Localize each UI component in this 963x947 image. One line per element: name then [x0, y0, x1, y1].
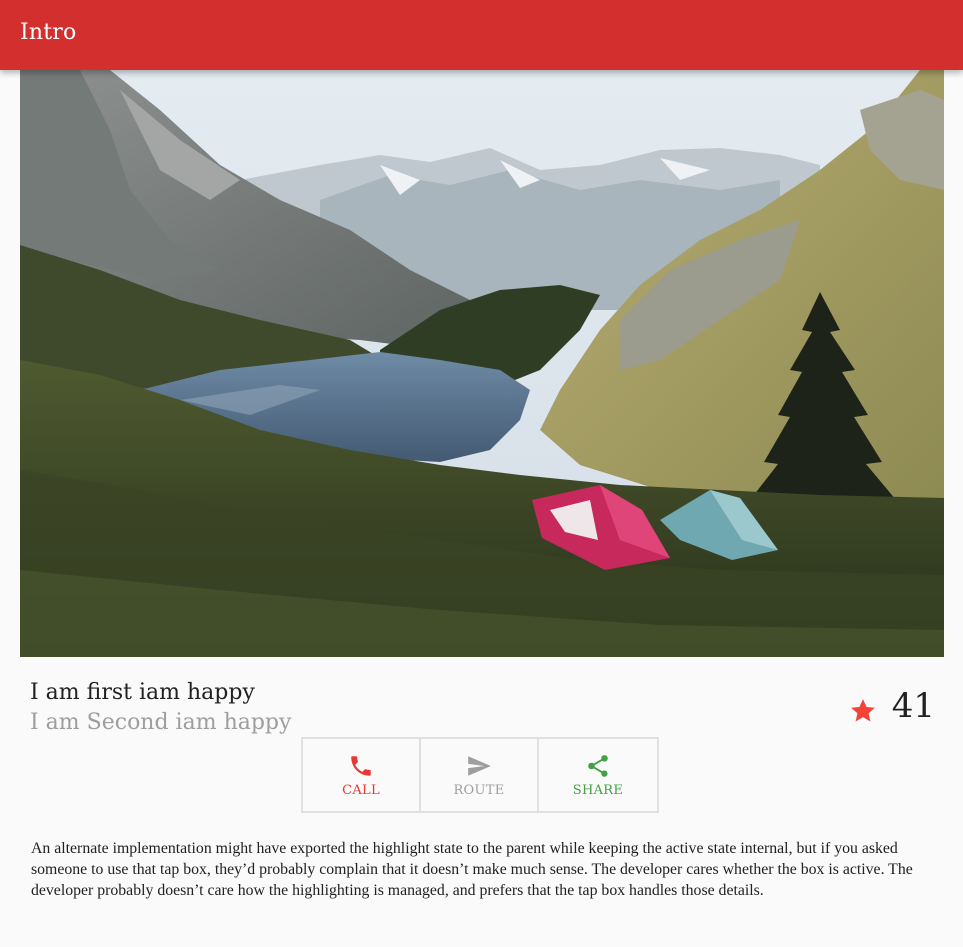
description-text: An alternate implementation might have e… [31, 840, 913, 899]
phone-icon [351, 755, 371, 776]
card-subtitle: I am Second iam happy [30, 710, 292, 735]
star-icon[interactable] [848, 696, 878, 726]
route-button[interactable]: ROUTE [421, 739, 539, 811]
hero-landscape-illustration [20, 70, 944, 657]
action-buttons-row: CALL ROUTE SHARE [301, 737, 659, 813]
hero-image [20, 70, 944, 657]
card-title: I am first iam happy [30, 680, 255, 705]
app-bar-title: Intro [20, 20, 77, 45]
call-label: CALL [342, 782, 380, 798]
send-icon [468, 755, 491, 776]
card-title-block: I am first iam happy I am Second iam hap… [30, 678, 291, 738]
route-label: ROUTE [453, 782, 505, 798]
share-label: SHARE [572, 782, 624, 798]
share-icon [588, 754, 608, 777]
call-button[interactable]: CALL [303, 739, 421, 811]
rating[interactable]: 41 [848, 686, 935, 726]
app-bar: Intro [0, 0, 963, 70]
rating-count: 41 [891, 686, 935, 726]
share-button[interactable]: SHARE [539, 739, 657, 811]
